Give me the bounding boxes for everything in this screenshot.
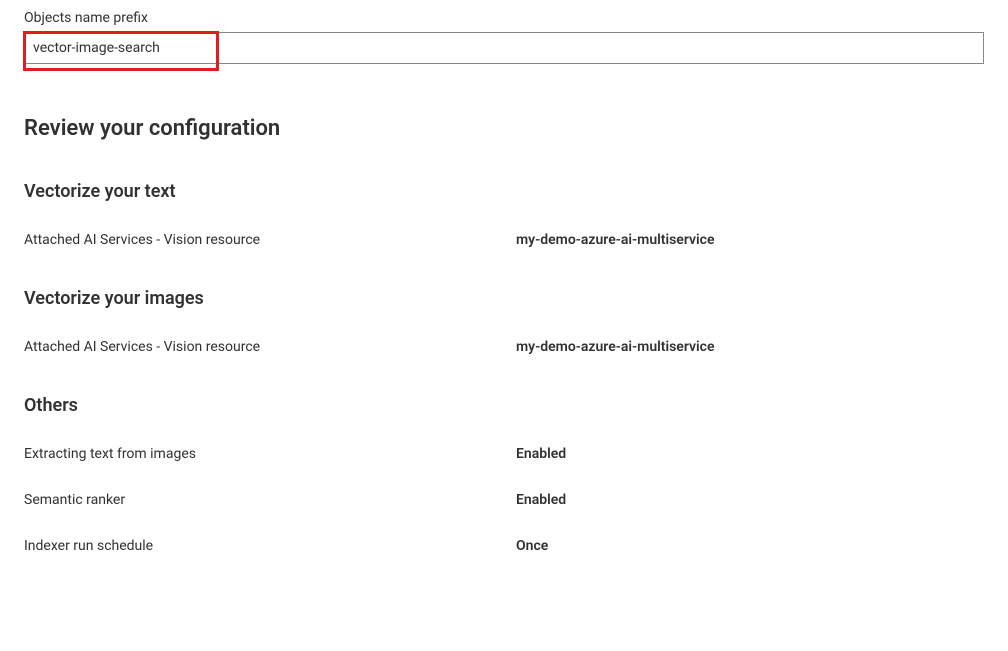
others-row-1: Semantic ranker Enabled [24,492,984,508]
others-row-2-label: Indexer run schedule [24,538,516,554]
others-title: Others [24,395,984,416]
vectorize-text-row-0: Attached AI Services - Vision resource m… [24,232,984,248]
vectorize-images-row-0: Attached AI Services - Vision resource m… [24,339,984,355]
prefix-field: Objects name prefix [24,10,984,64]
others-row-2: Indexer run schedule Once [24,538,984,554]
others-row-0-label: Extracting text from images [24,446,516,462]
vectorize-images-row-0-label: Attached AI Services - Vision resource [24,339,516,355]
prefix-input[interactable] [24,32,984,64]
others-row-1-value: Enabled [516,492,566,508]
vectorize-images-title: Vectorize your images [24,288,984,309]
others-row-1-label: Semantic ranker [24,492,516,508]
others-row-2-value: Once [516,538,548,554]
prefix-label: Objects name prefix [24,10,984,26]
prefix-input-highlight [24,32,984,64]
others-row-0-value: Enabled [516,446,566,462]
vectorize-text-row-0-value: my-demo-azure-ai-multiservice [516,232,715,248]
vectorize-images-row-0-value: my-demo-azure-ai-multiservice [516,339,715,355]
vectorize-text-row-0-label: Attached AI Services - Vision resource [24,232,516,248]
others-row-0: Extracting text from images Enabled [24,446,984,462]
vectorize-text-title: Vectorize your text [24,181,984,202]
review-title: Review your configuration [24,116,984,141]
